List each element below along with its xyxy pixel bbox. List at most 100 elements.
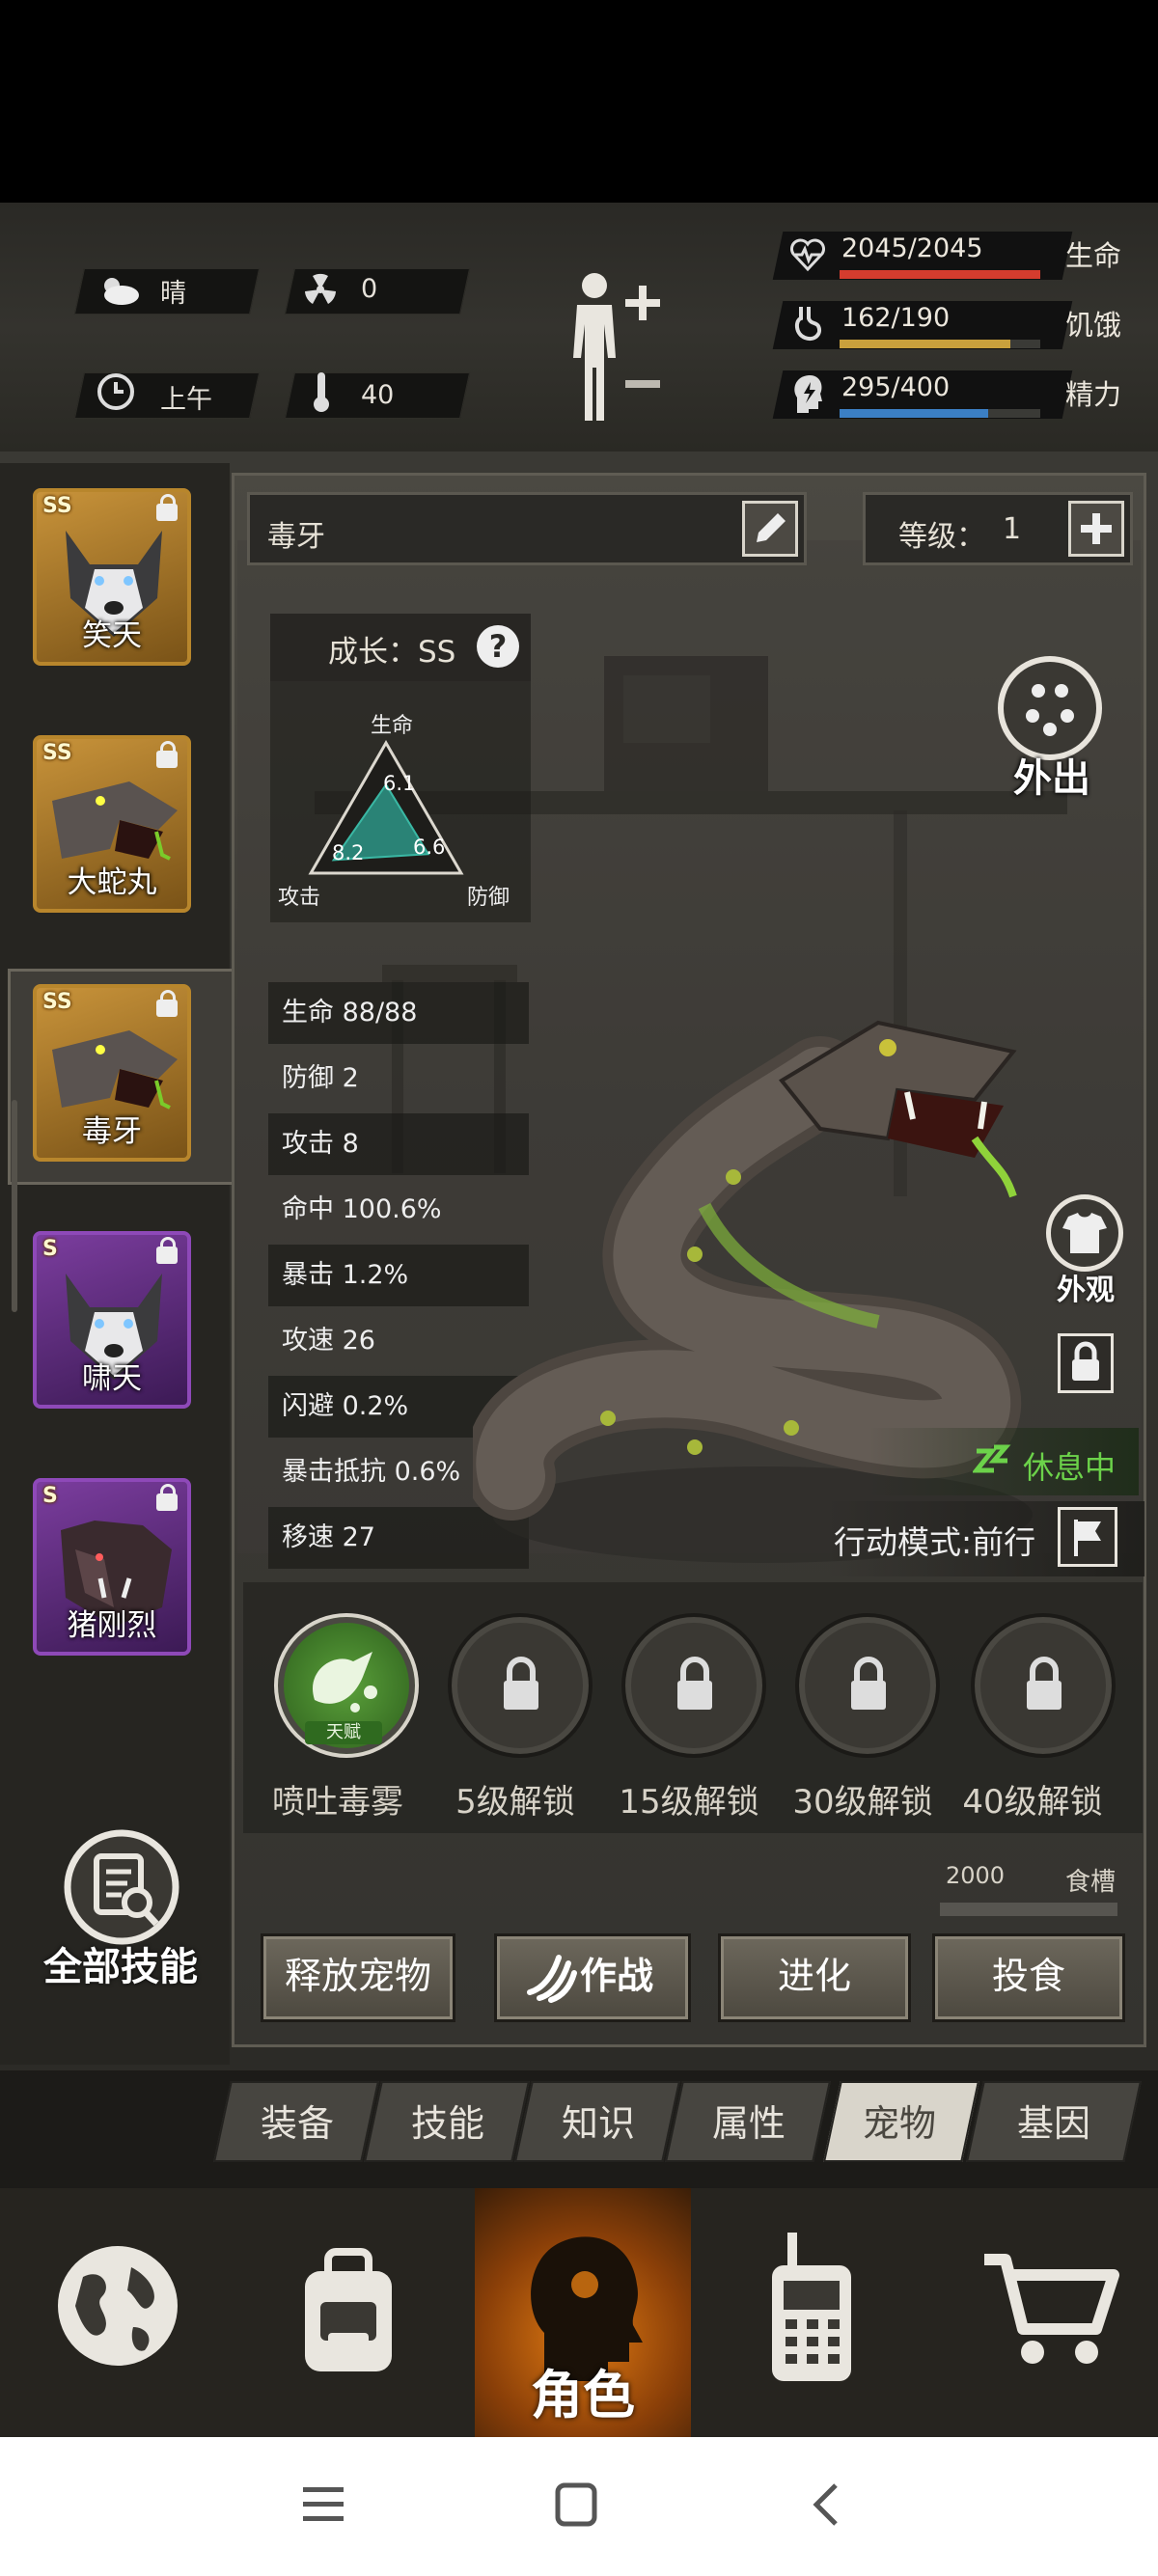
hp-label: 生命 <box>1065 239 1122 272</box>
pet-card-xiaotian[interactable]: SS 笑天 <box>33 488 191 666</box>
skill-slot-5[interactable] <box>971 1613 1116 1758</box>
talent-badge: 天赋 <box>305 1721 382 1744</box>
claw-icon <box>527 1955 577 2003</box>
lock-icon <box>156 1237 178 1264</box>
pet-name: 猪刚烈 <box>67 1608 157 1643</box>
pet-card-dashewan[interactable]: SS 大蛇丸 <box>33 735 191 913</box>
tab-label: 基因 <box>1016 2102 1090 2145</box>
go-out-label: 外出 <box>1013 756 1090 801</box>
time-text: 上午 <box>160 385 212 415</box>
level-label: 等级： <box>898 520 985 554</box>
energy-bar <box>840 409 1040 418</box>
all-skills-label: 全部技能 <box>43 1945 198 1989</box>
back-icon[interactable] <box>807 2481 845 2528</box>
radar-value: 6.1 <box>383 772 416 795</box>
system-nav-bar <box>0 2437 1158 2576</box>
skill-name: 30级解锁 <box>792 1783 933 1822</box>
snake-spit-icon <box>313 1652 377 1713</box>
lock-icon <box>504 1657 538 1710</box>
appearance-button[interactable]: 外观 <box>1042 1194 1129 1310</box>
food-label: 食槽 <box>1065 1868 1117 1897</box>
release-pet-button[interactable]: 释放宠物 <box>261 1933 455 2022</box>
paw-prints-icon <box>998 656 1102 760</box>
menu-icon[interactable] <box>301 2483 345 2526</box>
resting-status: 休息中 <box>868 1428 1139 1495</box>
help-icon[interactable]: ? <box>477 625 519 668</box>
feed-button[interactable]: 投食 <box>932 1933 1125 2022</box>
lock-icon <box>1027 1657 1062 1710</box>
radar-value: 6.6 <box>413 836 446 859</box>
radiation-icon <box>301 270 340 309</box>
edit-name-button[interactable] <box>742 501 798 557</box>
skill-slot-3[interactable] <box>621 1613 766 1758</box>
sleep-zz-icon <box>973 1444 1011 1473</box>
skill-book-search-icon <box>64 1829 179 1945</box>
lock-pet-button[interactable] <box>1058 1333 1114 1393</box>
backpack-icon <box>305 2248 392 2371</box>
globe-icon <box>58 2246 178 2366</box>
energy-label: 精力 <box>1065 378 1122 411</box>
pet-name: 毒牙 <box>82 1114 142 1149</box>
battle-button[interactable]: 作战 <box>494 1933 691 2022</box>
growth-row: 成长：SS ? <box>270 614 531 681</box>
radar-value: 8.2 <box>332 841 365 864</box>
inventory-button[interactable] <box>286 2244 411 2379</box>
all-skills-button[interactable]: 全部技能 <box>29 1823 212 1997</box>
body-status-button[interactable] <box>556 266 672 430</box>
evolve-button[interactable]: 进化 <box>718 1933 911 2022</box>
level-value: 1 <box>1003 512 1022 546</box>
resting-label: 休息中 <box>1023 1449 1117 1486</box>
thermometer-icon <box>311 370 332 413</box>
pet-name: 啸天 <box>82 1361 142 1396</box>
flag-icon <box>1074 1520 1101 1556</box>
action-mode-row: 行动模式:前行 <box>826 1501 1144 1576</box>
pet-name-value: 毒牙 <box>267 520 325 554</box>
action-mode-button[interactable] <box>1058 1507 1117 1567</box>
hunger-bar-fill <box>840 340 1010 348</box>
hp-bar-fill <box>840 270 1040 279</box>
skill-slot-2[interactable] <box>448 1613 593 1758</box>
plus-icon <box>1081 513 1112 544</box>
temperature-value: 40 <box>361 380 395 410</box>
lock-icon <box>677 1657 712 1710</box>
pet-card-zhuganglie[interactable]: S 猪刚烈 <box>33 1478 191 1656</box>
pet-card-duya[interactable]: SS 毒牙 <box>33 984 191 1162</box>
world-map-button[interactable] <box>54 2238 181 2383</box>
energy-value: 295/400 <box>841 372 951 402</box>
tab-label: 宠物 <box>862 2102 936 2145</box>
energy-bar-fill <box>840 409 988 418</box>
skill-slot-1[interactable]: 天赋 <box>274 1613 419 1758</box>
lock-icon <box>156 990 178 1017</box>
weather-text: 晴 <box>160 279 186 309</box>
cloud-sun-icon <box>96 272 141 307</box>
pet-card-xiaotian2[interactable]: S 啸天 <box>33 1231 191 1409</box>
shopping-cart-icon <box>984 2254 1119 2364</box>
appearance-label: 外观 <box>1057 1274 1115 1307</box>
food-bar <box>940 1903 1117 1916</box>
pet-name-field[interactable]: 毒牙 <box>247 492 807 565</box>
skill-slot-4[interactable] <box>795 1613 940 1758</box>
hunger-label: 饥饿 <box>1065 309 1122 342</box>
home-icon[interactable] <box>554 2481 598 2528</box>
pet-list-scrollbar[interactable] <box>12 1100 17 1312</box>
tab-label: 装备 <box>260 2102 334 2145</box>
pet-grade: S <box>42 1237 58 1261</box>
level-field: 等级： 1 <box>863 492 1133 565</box>
lock-icon <box>156 741 178 768</box>
pet-name: 笑天 <box>82 618 142 653</box>
level-up-button[interactable] <box>1068 501 1124 557</box>
head-energy-icon <box>791 372 824 415</box>
skill-name: 40级解锁 <box>962 1783 1103 1822</box>
character-button[interactable]: 角色 <box>475 2188 691 2437</box>
clock-icon <box>96 372 135 411</box>
skill-name: 5级解锁 <box>455 1783 575 1822</box>
battle-label: 作战 <box>580 1955 654 1997</box>
pencil-icon <box>757 513 786 542</box>
lock-icon <box>851 1657 886 1710</box>
skill-name: 15级解锁 <box>619 1783 759 1822</box>
radiation-value: 0 <box>361 274 378 304</box>
radio-button[interactable] <box>758 2227 865 2387</box>
pet-name: 大蛇丸 <box>67 865 157 900</box>
shop-button[interactable] <box>979 2246 1123 2371</box>
go-out-button[interactable]: 外出 <box>994 656 1110 801</box>
